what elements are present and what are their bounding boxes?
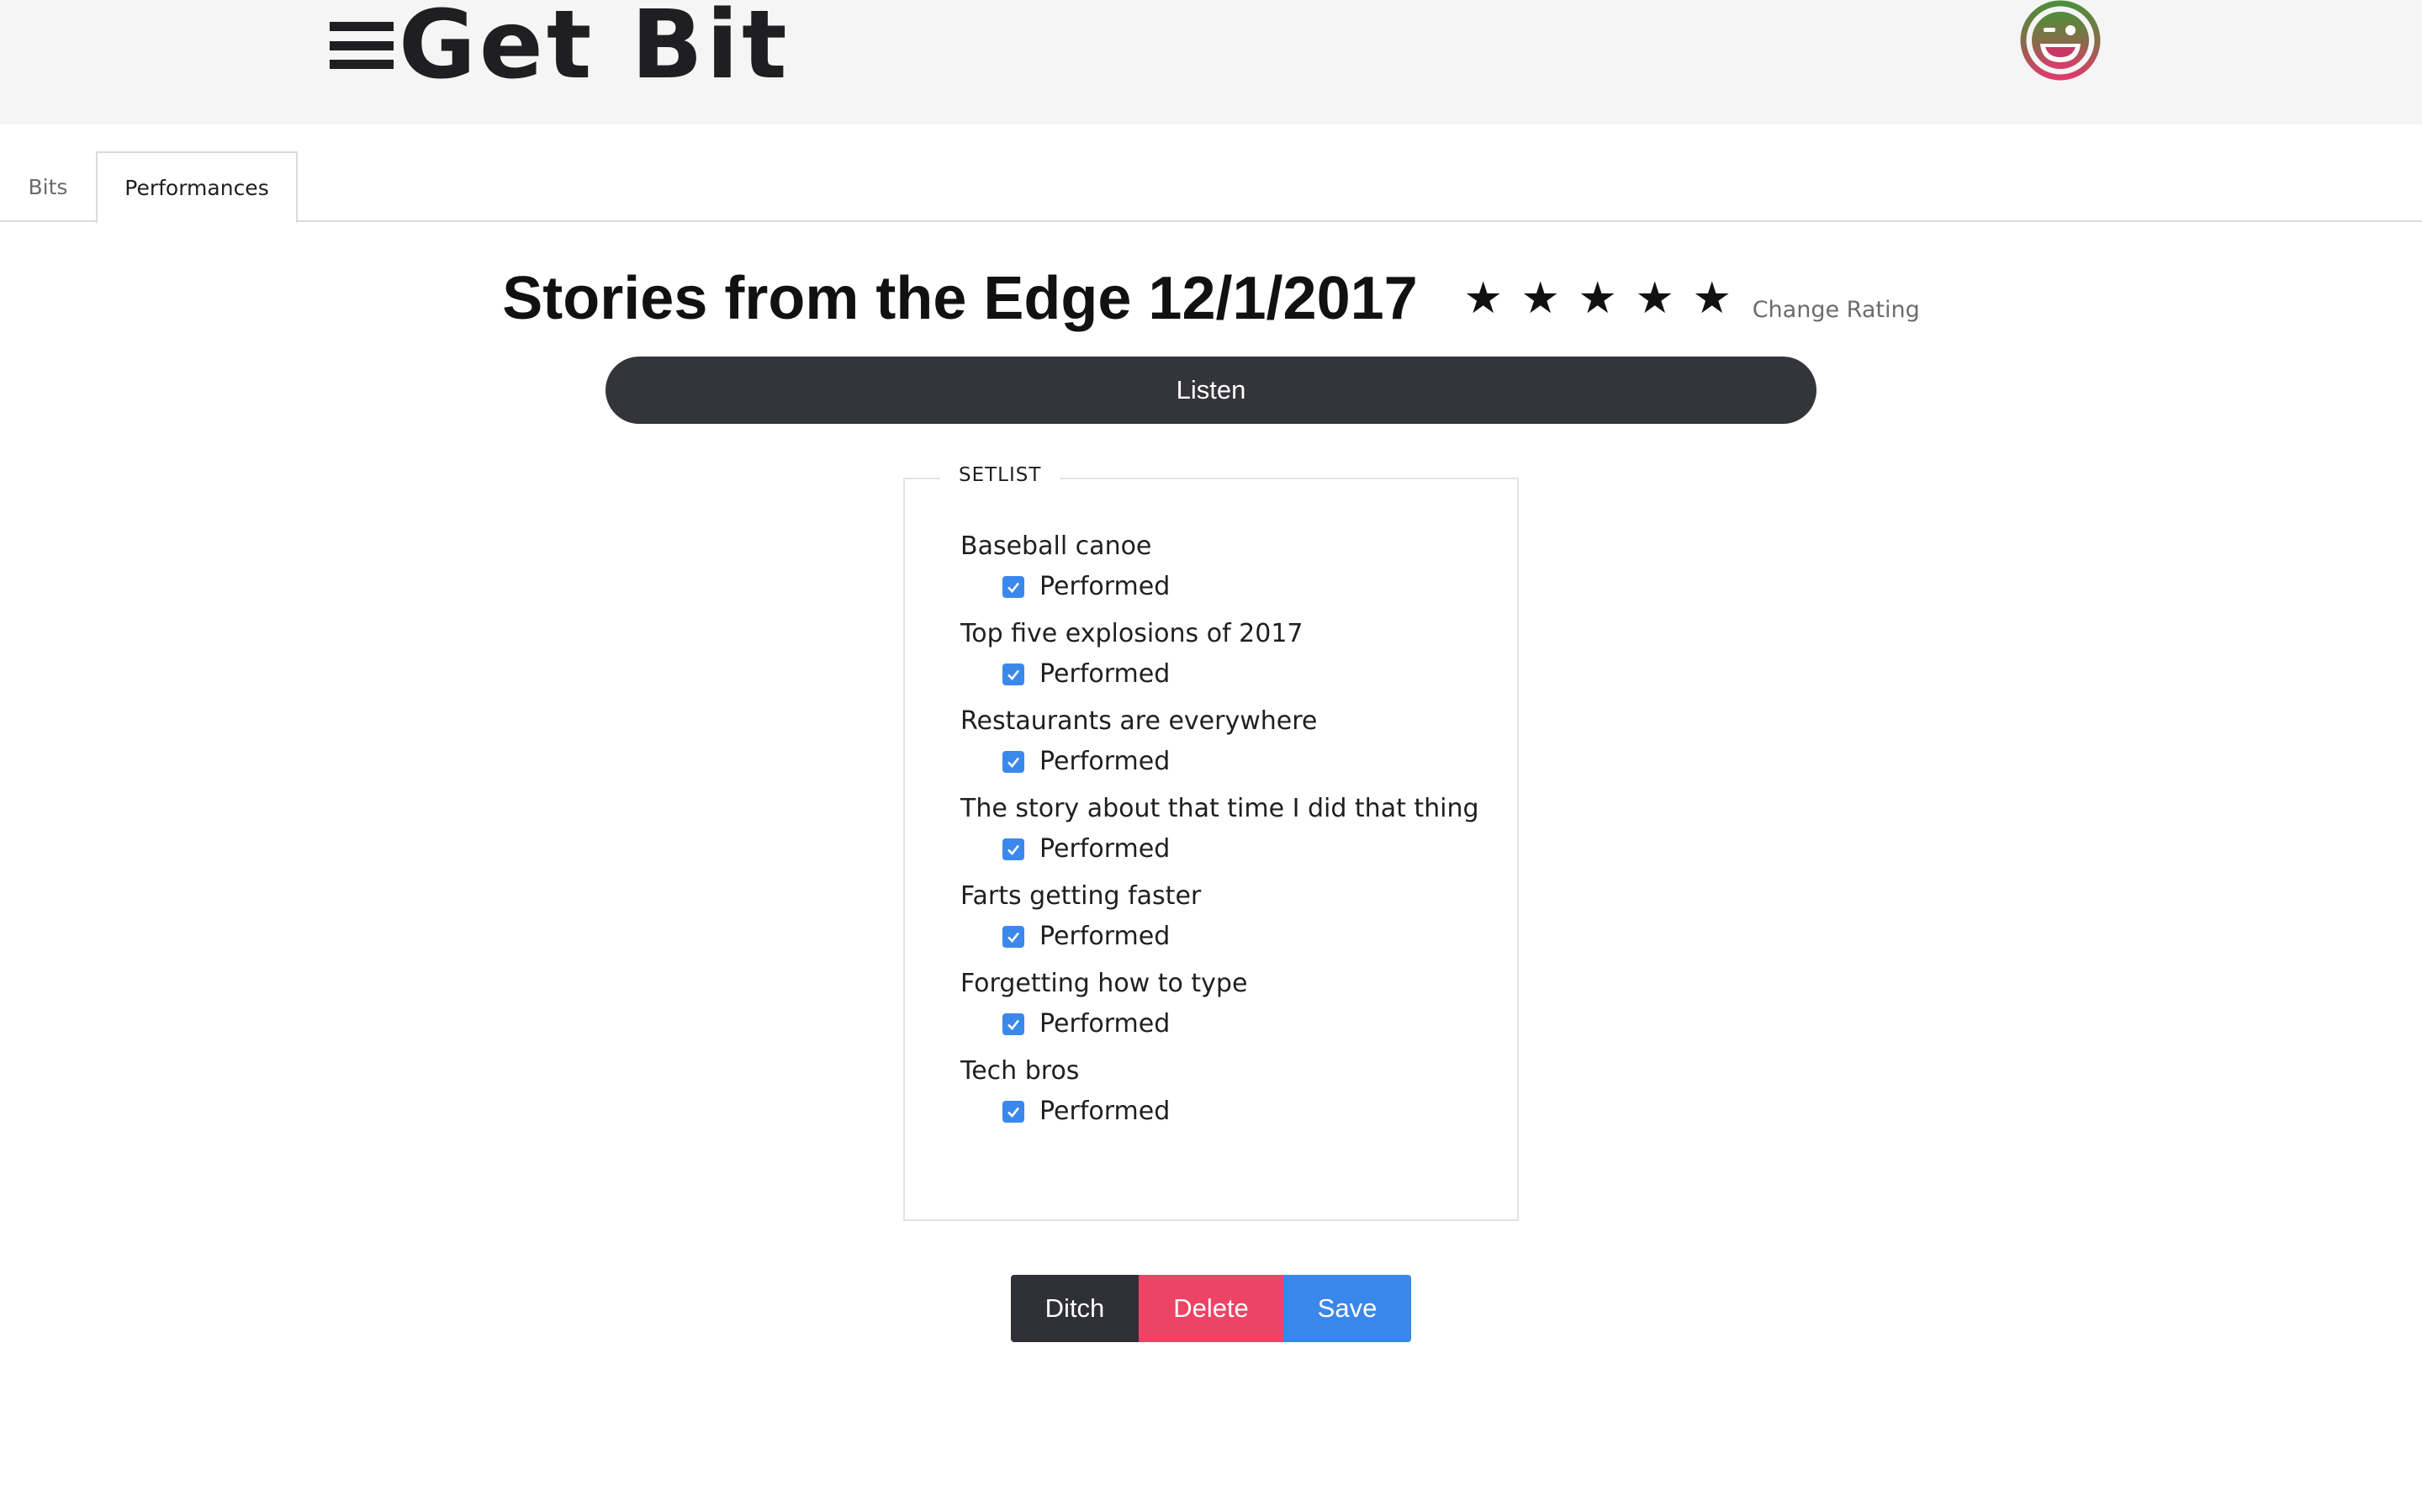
performed-label: Performed [1039, 572, 1171, 601]
star-icon[interactable]: ★ [1512, 273, 1569, 324]
setlist-item: The story about that time I did that thi… [960, 794, 1500, 881]
bit-name: Restaurants are everywhere [960, 706, 1318, 736]
checkbox-checked-icon[interactable] [1002, 838, 1024, 860]
performed-label: Performed [1039, 1097, 1171, 1126]
performed-checkbox-row[interactable]: Performed [1002, 572, 1170, 601]
performed-checkbox-row[interactable]: Performed [1002, 922, 1170, 951]
bit-name: Top five explosions of 2017 [960, 619, 1304, 648]
star-icon[interactable]: ★ [1455, 273, 1512, 324]
action-buttons: Ditch Delete Save [1011, 1275, 1411, 1342]
checkbox-checked-icon[interactable] [1002, 1012, 1024, 1035]
ditch-button[interactable]: Ditch [1011, 1275, 1139, 1342]
tab-performances[interactable]: Performances [96, 151, 298, 224]
performed-label: Performed [1039, 747, 1171, 776]
listen-button[interactable]: Listen [606, 357, 1816, 424]
tab-bits[interactable]: Bits [0, 151, 96, 222]
performed-checkbox-row[interactable]: Performed [1002, 747, 1170, 776]
setlist-item: Farts getting faster Performed [960, 881, 1500, 969]
app-header: Get Bit [0, 0, 2422, 124]
hamburger-menu-icon[interactable] [330, 22, 394, 69]
save-button[interactable]: Save [1283, 1275, 1411, 1342]
performed-label: Performed [1039, 922, 1171, 951]
setlist-item: Restaurants are everywhere Performed [960, 706, 1500, 794]
star-rating: ★ ★ ★ ★ ★ [1455, 273, 1741, 324]
performed-checkbox-row[interactable]: Performed [1002, 1009, 1170, 1039]
setlist-item: Top five explosions of 2017 Performed [960, 619, 1500, 706]
performed-label: Performed [1039, 1009, 1171, 1039]
star-icon[interactable]: ★ [1569, 273, 1626, 324]
setlist-legend: SETLIST [940, 464, 1060, 486]
checkbox-checked-icon[interactable] [1002, 575, 1024, 598]
checkbox-checked-icon[interactable] [1002, 750, 1024, 773]
page-title: Stories from the Edge 12/1/2017 [502, 265, 1418, 332]
setlist-items: Baseball canoe Performed Top five explos… [960, 531, 1500, 1144]
setlist-item: Tech bros Performed [960, 1056, 1500, 1144]
performed-checkbox-row[interactable]: Performed [1002, 834, 1170, 864]
tab-bar: Bits Performances [0, 151, 2422, 224]
performed-label: Performed [1039, 834, 1171, 864]
checkbox-checked-icon[interactable] [1002, 925, 1024, 948]
checkbox-checked-icon[interactable] [1002, 1100, 1024, 1123]
setlist-panel: SETLIST Baseball canoe Performed Top fiv… [903, 464, 1519, 1221]
setlist-item: Forgetting how to type Performed [960, 969, 1500, 1056]
setlist-item: Baseball canoe Performed [960, 531, 1500, 619]
title-row: Stories from the Edge 12/1/2017 ★ ★ ★ ★ … [0, 252, 2422, 345]
bit-name: The story about that time I did that thi… [960, 794, 1479, 823]
star-icon[interactable]: ★ [1626, 273, 1684, 324]
brand: Get Bit [330, 0, 791, 100]
winking-face-icon[interactable] [2020, 0, 2101, 81]
bit-name: Baseball canoe [960, 531, 1152, 561]
delete-button[interactable]: Delete [1139, 1275, 1283, 1342]
checkbox-checked-icon[interactable] [1002, 663, 1024, 685]
performed-checkbox-row[interactable]: Performed [1002, 1097, 1170, 1126]
brand-title: Get Bit [399, 0, 791, 100]
change-rating-link[interactable]: Change Rating [1753, 297, 1920, 323]
performed-label: Performed [1039, 659, 1171, 689]
performed-checkbox-row[interactable]: Performed [1002, 659, 1170, 689]
bit-name: Forgetting how to type [960, 969, 1248, 998]
star-icon[interactable]: ★ [1684, 273, 1741, 324]
bit-name: Tech bros [960, 1056, 1080, 1086]
bit-name: Farts getting faster [960, 881, 1202, 911]
